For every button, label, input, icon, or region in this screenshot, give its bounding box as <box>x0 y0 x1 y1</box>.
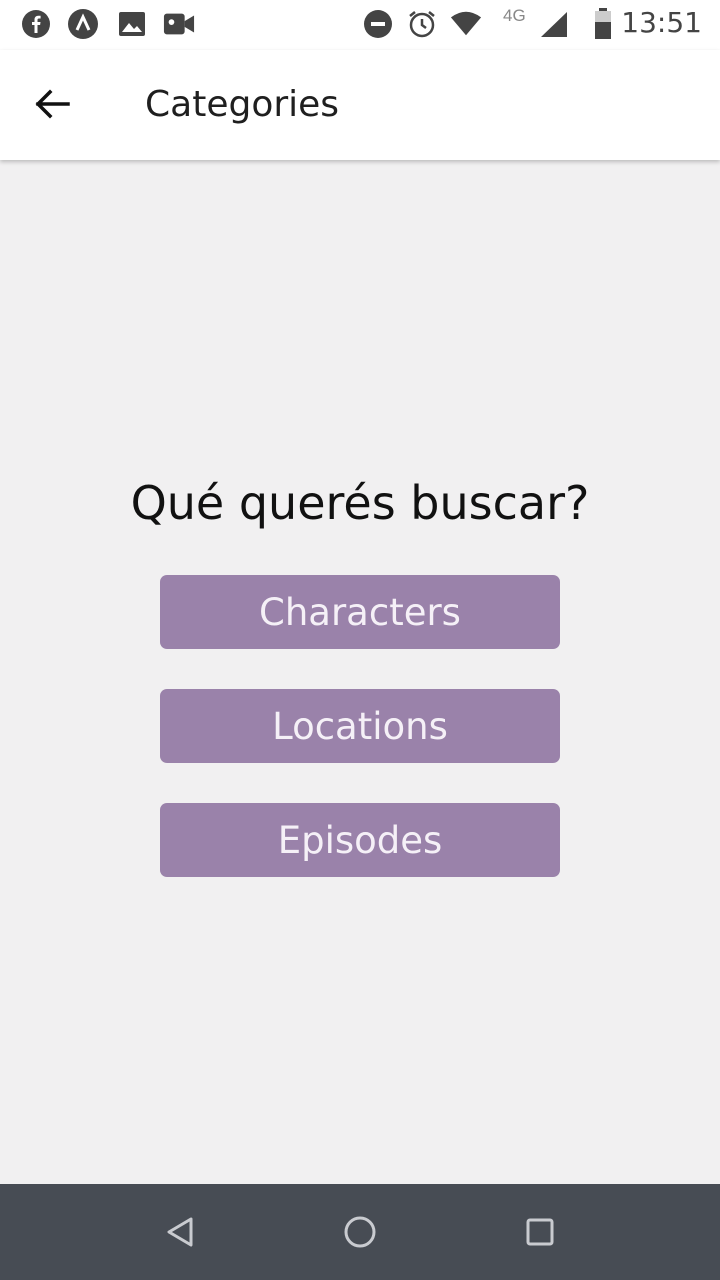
wifi-icon <box>450 8 482 40</box>
characters-button[interactable]: Characters <box>160 575 560 649</box>
back-triangle-icon <box>167 1217 193 1247</box>
app-bar: Categories <box>0 50 720 160</box>
arrow-left-icon <box>35 89 70 119</box>
video-icon <box>163 8 195 40</box>
recents-square-icon <box>526 1218 554 1246</box>
home-circle-icon <box>344 1216 376 1248</box>
status-bar: 4G 13:51 <box>0 0 720 50</box>
facebook-icon <box>20 8 52 40</box>
alarm-icon <box>406 8 438 40</box>
back-button[interactable] <box>28 80 76 128</box>
locations-button[interactable]: Locations <box>160 689 560 763</box>
battery-icon <box>587 8 619 40</box>
image-icon <box>116 8 148 40</box>
nav-home-button[interactable] <box>340 1212 380 1252</box>
question-heading: Qué querés buscar? <box>130 476 590 530</box>
episodes-button[interactable]: Episodes <box>160 803 560 877</box>
nav-back-button[interactable] <box>160 1212 200 1252</box>
page-title: Categories <box>145 84 340 125</box>
app-a-icon <box>67 8 99 40</box>
nav-recents-button[interactable] <box>520 1212 560 1252</box>
dnd-icon <box>362 8 394 40</box>
network-type-label: 4G <box>503 6 526 25</box>
status-time: 13:51 <box>621 6 702 39</box>
navigation-bar <box>0 1184 720 1280</box>
signal-icon <box>538 8 570 40</box>
main-content: Qué querés buscar? Characters Locations … <box>0 160 720 1184</box>
